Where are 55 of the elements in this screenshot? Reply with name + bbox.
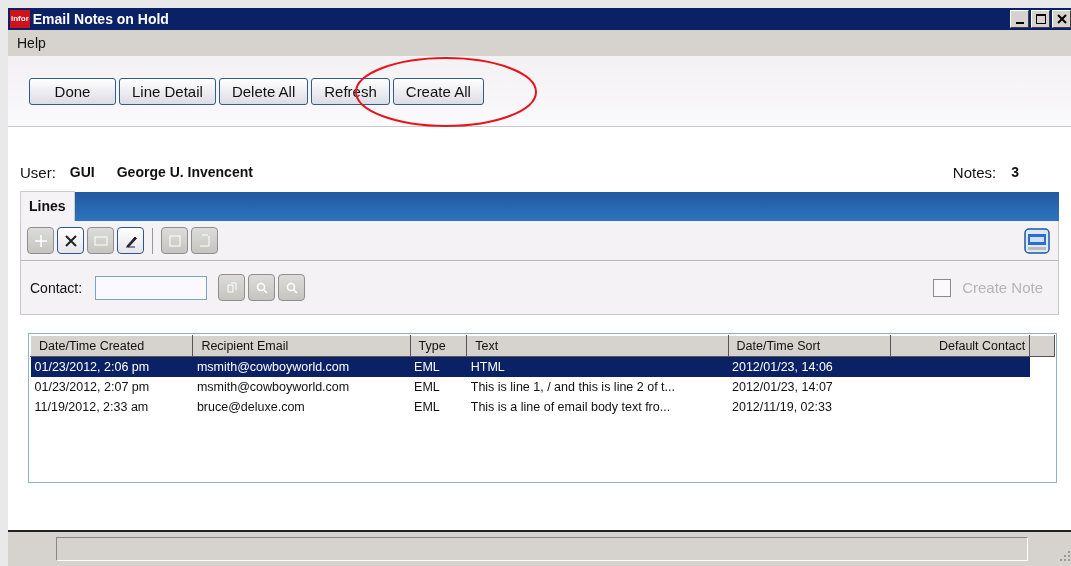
table-row[interactable]: 01/23/2012, 2:07 pm msmith@cowboyworld.com EML This is line 1, / and this is line 2 of t... 2012/01/23, 14:07 [30, 377, 1055, 397]
action-button[interactable]: Done [29, 77, 116, 105]
table-cell: msmith@cowboyworld.com [196, 380, 350, 394]
close-icon [1056, 14, 1067, 24]
table-cell: msmith@cowboyworld.com [196, 360, 350, 374]
create-note-label: Create Note [962, 279, 1043, 296]
user-code: GUI [69, 164, 95, 180]
selected-row[interactable]: 01/23/2012, 2:06 pm msmith@cowboyworld.com EML HTML 2012/01/23, 14:06 [30, 356, 1055, 377]
user-label: User: [20, 163, 56, 181]
close-button[interactable] [57, 227, 84, 254]
action-button[interactable]: Line Detail [119, 77, 216, 105]
maximize-icon [1035, 14, 1046, 24]
table-cell: This is line 1, / and this is line 2 of t... [470, 380, 675, 394]
column-header[interactable]: Type [410, 335, 467, 357]
table-cell: 2012/01/23, 14:06 [732, 360, 833, 374]
minimize-icon [1015, 21, 1024, 24]
table-cell: EML [414, 400, 440, 414]
table-cell: 2012/01/23, 14:07 [732, 380, 833, 394]
square-icon [166, 232, 183, 249]
user-name: George U. Invencent [116, 164, 253, 180]
action-button[interactable]: Delete All [218, 77, 309, 105]
window-title: Email Notes on Hold [32, 11, 169, 27]
column-header[interactable]: Date/Time Created [30, 335, 193, 357]
search-icon [254, 280, 269, 295]
column-header[interactable]: Text [466, 335, 728, 357]
table-cell: EML [414, 360, 440, 374]
table-cell: 11/19/2012, 2:33 am [34, 400, 149, 414]
column-header[interactable]: Recipient Email [192, 335, 411, 357]
table-cell: bruce@deluxe.com [196, 400, 305, 414]
column-header[interactable]: Date/Time Sort [728, 335, 891, 357]
close-icon [62, 232, 79, 249]
minimize-button[interactable] [1010, 10, 1029, 28]
menu-item[interactable]: Help [17, 35, 46, 51]
notes-count: 3 [1011, 164, 1019, 180]
table-cell: This is a line of email body text fro... [470, 400, 671, 414]
tab[interactable]: Lines [20, 191, 75, 221]
table-cell: HTML [470, 360, 505, 374]
html-icon[interactable] [1024, 227, 1050, 254]
app-logo: infor [10, 10, 30, 28]
resize-grip-icon [1059, 550, 1071, 562]
action-button[interactable]: Create All [392, 77, 484, 105]
contact-field[interactable] [95, 275, 208, 300]
table-cell: 01/23/2012, 2:06 pm [34, 360, 150, 374]
contact-label: Contact: [30, 279, 83, 296]
search-icon [284, 280, 299, 295]
plus-icon [32, 232, 49, 249]
pencil-button[interactable] [117, 227, 144, 254]
table-row[interactable]: 11/19/2012, 2:33 am bruce@deluxe.com EML This is a line of email body text fro... 2012/11/19, 02:33 [30, 397, 1055, 417]
table-cell: 2012/11/19, 02:33 [732, 400, 832, 414]
notes-label: Notes: [952, 163, 997, 181]
copy-icon [224, 280, 239, 295]
table-cell: EML [414, 380, 440, 394]
maximize-button[interactable] [1031, 10, 1050, 28]
table-cell: 01/23/2012, 2:07 pm [34, 380, 150, 394]
column-header[interactable]: Default Contact [890, 335, 1030, 357]
